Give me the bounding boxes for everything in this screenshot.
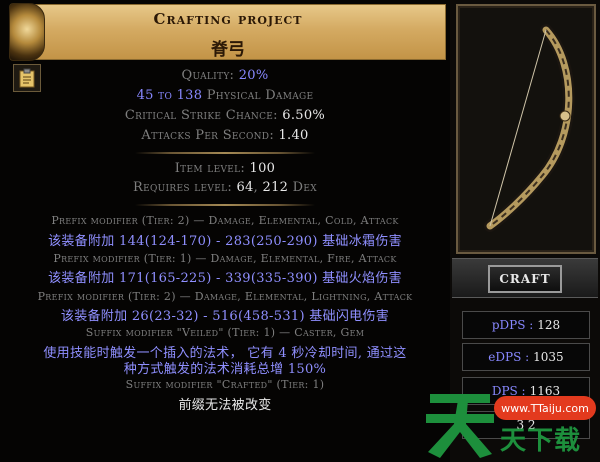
mod-header-5: Suffix modifier "Crafted" (Tier: 1)	[125, 378, 325, 391]
pdps-value: 128	[537, 318, 561, 332]
mod-header-3: Prefix modifier (Tier: 2) — Damage, Elem…	[37, 290, 413, 303]
mod-header-4: Suffix modifier "Veiled" (Tier: 1) — Cas…	[85, 326, 365, 339]
requires-line: Requires level: 64, 212 Dex	[0, 180, 450, 195]
aps-label: Attacks Per Second:	[141, 128, 275, 143]
item-image-frame	[456, 4, 596, 254]
mod-header-2: Prefix modifier (Tier: 1) — Damage, Elem…	[53, 252, 397, 265]
crit-value: 6.50%	[282, 108, 326, 123]
mod-text-5: 前缀无法被改变	[178, 398, 272, 413]
quality-line: Quality: 20%	[0, 68, 450, 83]
edps-box: eDPS : 1035	[462, 343, 590, 371]
item-title: Crafting project	[153, 10, 303, 28]
aps-value: 1.40	[278, 128, 309, 143]
mod-text-2: 该装备附加 171(165-225) - 339(335-390) 基础火焰伤害	[48, 271, 402, 286]
edps-value: 1035	[533, 350, 564, 364]
pdps-label: pDPS :	[491, 318, 534, 332]
separator-1	[135, 152, 315, 154]
item-level-value: 100	[249, 161, 276, 176]
craft-button[interactable]: CRAFT	[488, 265, 562, 293]
damage-to: to	[158, 88, 173, 103]
quality-label: Quality:	[181, 68, 235, 83]
attack-speed-line: Attacks Per Second: 1.40	[0, 128, 450, 143]
mod-text-1: 该装备附加 144(124-170) - 283(250-290) 基础冰霜伤害	[48, 234, 402, 249]
watermark-url: www.TTaiju.com	[494, 396, 596, 420]
requires-dex-label: Dex	[292, 180, 317, 195]
item-base-name: 脊弓	[211, 40, 245, 60]
crit-chance-line: Critical Strike Chance: 6.50%	[0, 108, 450, 123]
item-tooltip: Crafting project 脊弓 Quality: 20% 45 to 1…	[0, 0, 600, 462]
edps-label: eDPS :	[488, 350, 530, 364]
requires-dex-value: 212	[262, 180, 289, 195]
mod-header-1: Prefix modifier (Tier: 2) — Damage, Elem…	[51, 214, 399, 227]
crit-label: Critical Strike Chance:	[124, 108, 278, 123]
separator-2	[135, 204, 315, 206]
mod-text-3: 该装备附加 26(23-32) - 516(458-531) 基础闪电伤害	[60, 309, 390, 324]
pdps-box: pDPS : 128	[462, 311, 590, 339]
requires-label: Requires level:	[133, 180, 233, 195]
item-level-label: Item level:	[174, 161, 246, 176]
damage-max: 138	[176, 88, 203, 103]
damage-min: 45	[136, 88, 154, 103]
item-level-line: Item level: 100	[0, 161, 450, 176]
watermark-logo-icon	[426, 394, 494, 458]
bow-icon	[484, 24, 575, 232]
craft-bar: CRAFT	[452, 258, 598, 298]
requires-level-value: 64	[236, 180, 254, 195]
watermark-brand: 天下载	[500, 426, 582, 456]
damage-label: Physical Damage	[206, 88, 314, 103]
physical-damage-line: 45 to 138 Physical Damage	[0, 88, 450, 103]
mod-text-4-line2: 种方式触发的法术消耗总增 150%	[123, 362, 327, 377]
quality-value: 20%	[238, 68, 269, 83]
requires-separator: ,	[253, 180, 259, 195]
item-header: Crafting project 脊弓	[9, 3, 600, 462]
